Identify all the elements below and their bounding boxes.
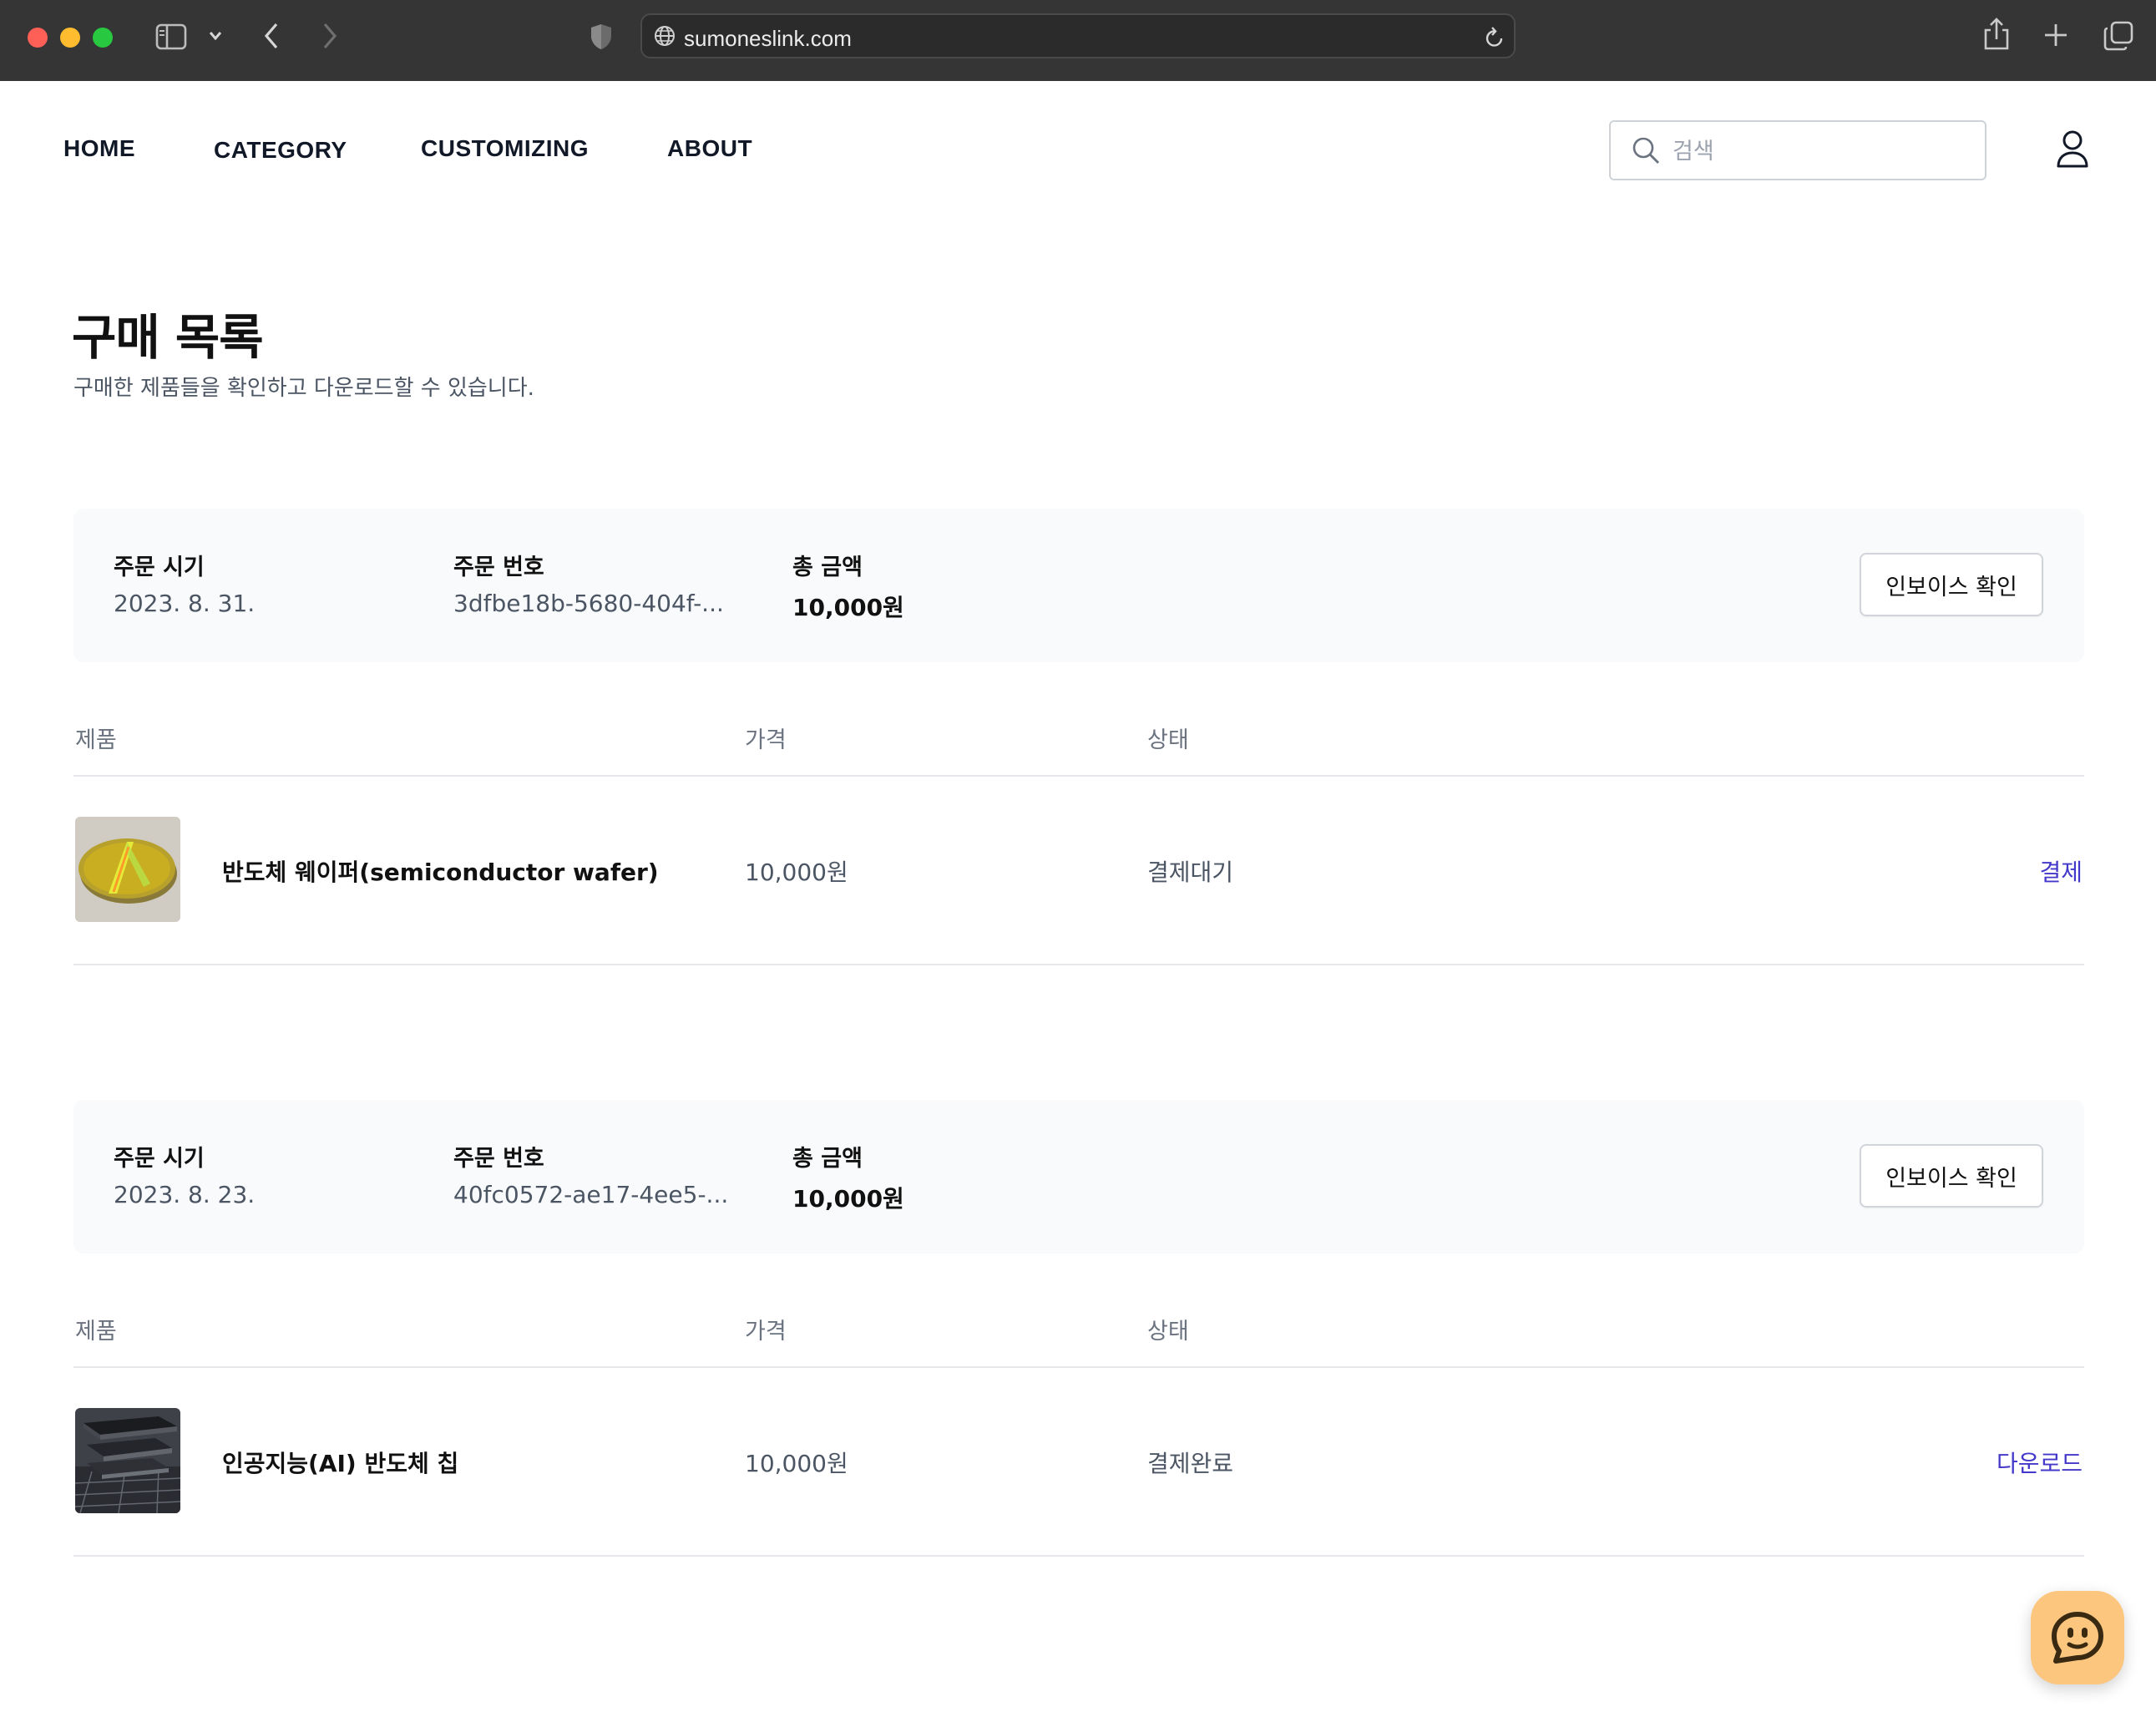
product-status: 결제완료	[1147, 1450, 1234, 1477]
order-date-value: 2023. 8. 31.	[114, 590, 256, 617]
chat-button[interactable]	[2031, 1591, 2124, 1684]
column-header-status: 상태	[1147, 1319, 1189, 1345]
product-thumbnail[interactable]	[75, 1408, 180, 1513]
nav-customizing[interactable]: CUSTOMIZING	[421, 135, 589, 162]
user-icon[interactable]	[2056, 129, 2089, 174]
tabs-icon[interactable]	[2103, 20, 2134, 56]
plus-icon[interactable]	[2042, 22, 2069, 53]
divider	[73, 1555, 2084, 1557]
search-box	[1609, 120, 1986, 180]
order-number-label: 주문 번호	[453, 555, 544, 580]
order-number-value: 3dfbe18b-5680-404f-...	[453, 590, 724, 617]
invoice-button[interactable]: 인보이스 확인	[1860, 1144, 2043, 1208]
divider	[73, 1366, 2084, 1368]
order-date-label: 주문 시기	[114, 1146, 205, 1172]
sidebar-icon[interactable]	[155, 23, 187, 54]
product-thumbnail[interactable]	[75, 817, 180, 922]
total-amount-value: 10,000원	[792, 594, 904, 621]
order-number-label: 주문 번호	[453, 1146, 544, 1172]
minimize-window-button[interactable]	[60, 28, 80, 48]
total-amount-label: 총 금액	[792, 1146, 863, 1172]
product-price: 10,000원	[745, 1450, 848, 1477]
url-text: sumoneslink.com	[684, 26, 852, 51]
order-date-label: 주문 시기	[114, 555, 205, 580]
order-date-value: 2023. 8. 23.	[114, 1181, 256, 1208]
page-title: 구매 목록	[72, 309, 264, 366]
chat-icon	[2049, 1609, 2106, 1670]
divider	[73, 964, 2084, 965]
close-window-button[interactable]	[28, 28, 48, 48]
zoom-window-button[interactable]	[93, 28, 113, 48]
product-name[interactable]: 반도체 웨이퍼(semiconductor wafer)	[222, 854, 659, 888]
chevron-right-icon[interactable]	[321, 22, 339, 54]
product-price: 10,000원	[745, 858, 848, 886]
pay-link[interactable]: 결제	[2039, 854, 2083, 888]
column-header-price: 가격	[745, 1319, 787, 1345]
order-number-value: 40fc0572-ae17-4ee5-...	[453, 1181, 729, 1208]
divider	[73, 775, 2084, 777]
download-link[interactable]: 다운로드	[1997, 1446, 2083, 1479]
product-name[interactable]: 인공지능(AI) 반도체 칩	[222, 1446, 458, 1479]
reload-icon[interactable]	[1484, 26, 1506, 53]
chevron-down-icon[interactable]	[208, 30, 223, 46]
nav-category[interactable]: CATEGORY	[214, 137, 347, 164]
column-header-product: 제품	[75, 1319, 117, 1345]
search-input[interactable]	[1671, 134, 1975, 169]
nav-about[interactable]: ABOUT	[667, 135, 752, 162]
browser-toolbar: sumoneslink.com	[0, 0, 2156, 81]
chevron-left-icon[interactable]	[262, 22, 281, 54]
address-bar[interactable]: sumoneslink.com	[640, 13, 1516, 58]
total-amount-value: 10,000원	[792, 1185, 904, 1213]
shield-icon[interactable]	[590, 23, 613, 55]
globe-icon	[654, 25, 676, 51]
invoice-button[interactable]: 인보이스 확인	[1860, 553, 2043, 616]
page-subtitle: 구매한 제품들을 확인하고 다운로드할 수 있습니다.	[73, 376, 534, 401]
total-amount-label: 총 금액	[792, 555, 863, 580]
search-icon	[1631, 135, 1661, 170]
share-icon[interactable]	[1982, 17, 2011, 56]
column-header-status: 상태	[1147, 727, 1189, 753]
nav-home[interactable]: HOME	[63, 135, 135, 162]
product-status: 결제대기	[1147, 858, 1234, 886]
column-header-product: 제품	[75, 727, 117, 753]
order-summary: 주문 시기 2023. 8. 23. 주문 번호 40fc0572-ae17-4…	[73, 1100, 2084, 1254]
order-summary: 주문 시기 2023. 8. 31. 주문 번호 3dfbe18b-5680-4…	[73, 509, 2084, 662]
column-header-price: 가격	[745, 727, 787, 753]
